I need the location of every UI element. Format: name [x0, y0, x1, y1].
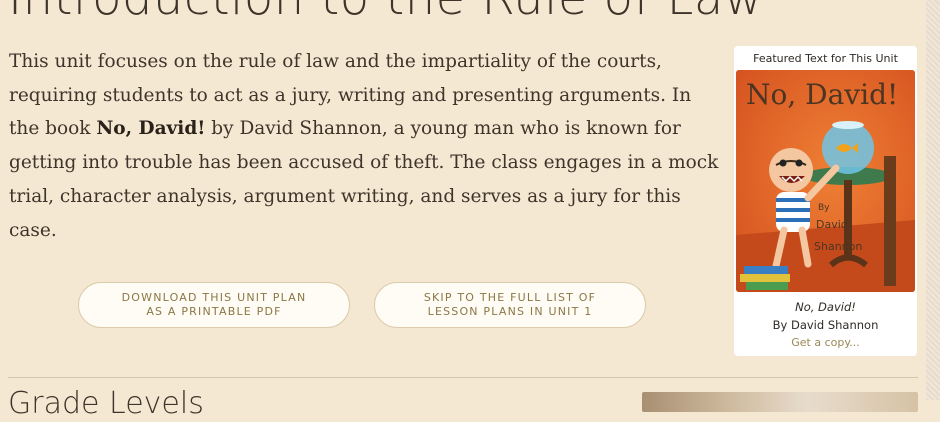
- skip-button-line-2: LESSON PLANS IN UNIT 1: [427, 305, 593, 318]
- get-a-copy-link[interactable]: Get a copy...: [734, 336, 917, 349]
- section-photo: [642, 392, 918, 412]
- download-button-line-2: AS A PRINTABLE PDF: [146, 305, 282, 318]
- download-button-line-1: DOWNLOAD THIS UNIT PLAN: [121, 291, 307, 304]
- cover-title-text: No, David!: [746, 78, 898, 111]
- skip-button-line-1: SKIP TO THE FULL LIST OF: [423, 291, 597, 304]
- book-title-inline: No, David!: [96, 118, 206, 140]
- unit-description: This unit focuses on the rule of law and…: [9, 45, 719, 247]
- cover-by-text: By: [818, 203, 830, 213]
- skip-to-lessons-button[interactable]: SKIP TO THE FULL LIST OF LESSON PLANS IN…: [374, 282, 646, 328]
- section-divider: [8, 377, 918, 378]
- book-cover-illustration-icon: No, David! By David Shannon: [736, 70, 915, 292]
- featured-heading: Featured Text for This Unit: [753, 52, 898, 65]
- cover-author-first: David: [816, 218, 848, 231]
- featured-text-card: Featured Text for This Unit No, David! B…: [734, 46, 917, 356]
- cover-author-last: Shannon: [814, 240, 862, 253]
- scrollbar-track[interactable]: [926, 0, 940, 400]
- book-cover-image[interactable]: No, David! By David Shannon: [736, 70, 915, 292]
- grade-levels-heading: Grade Levels: [8, 386, 204, 421]
- book-title: No, David!: [795, 300, 856, 314]
- book-author: By David Shannon: [772, 318, 879, 332]
- page-title: Introduction to the Rule of Law: [8, 0, 764, 26]
- download-pdf-button[interactable]: DOWNLOAD THIS UNIT PLAN AS A PRINTABLE P…: [78, 282, 350, 328]
